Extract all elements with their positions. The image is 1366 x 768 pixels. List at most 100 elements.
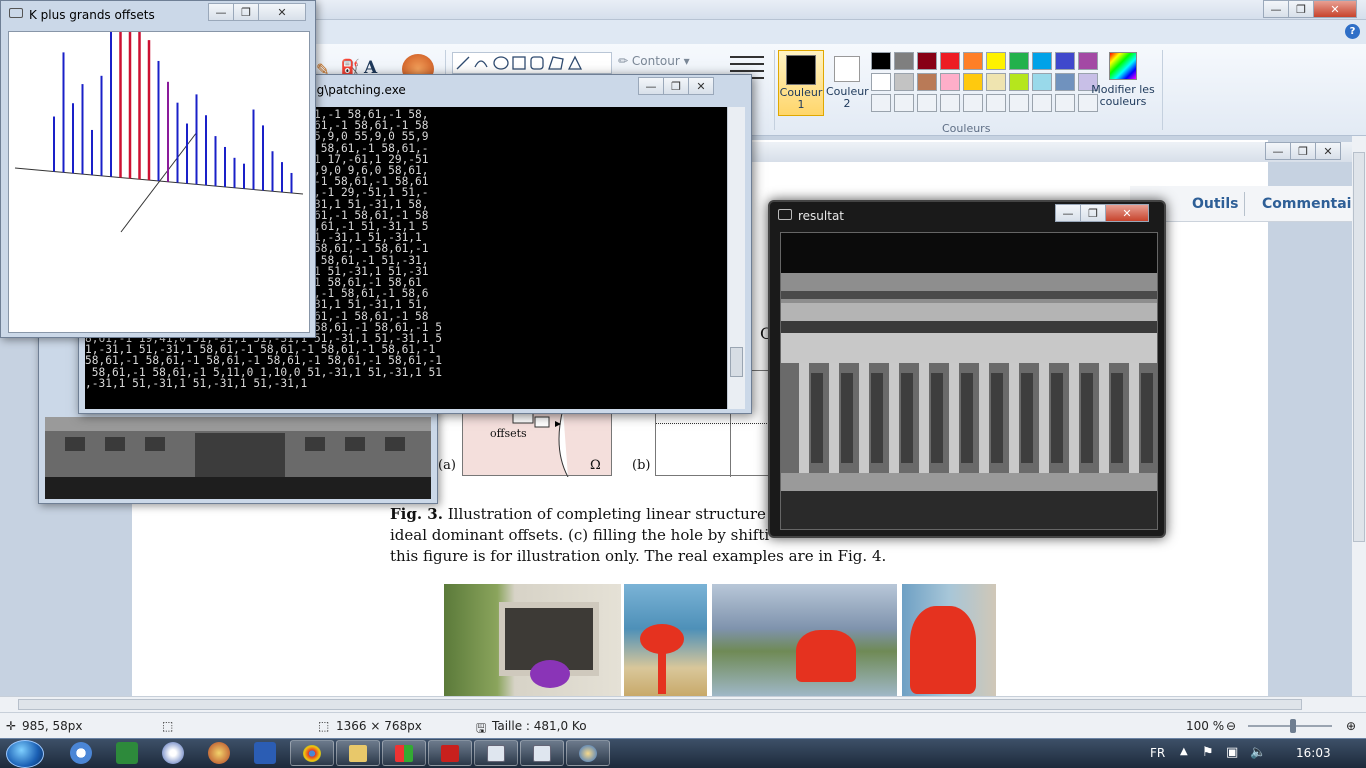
horizontal-scroll-thumb[interactable] xyxy=(18,699,1302,710)
vertical-scrollbar[interactable] xyxy=(1352,136,1366,696)
console-maximize-button[interactable]: ❐ xyxy=(663,77,689,95)
console-scroll-thumb[interactable] xyxy=(730,347,743,377)
offsets-minimize-button[interactable]: — xyxy=(208,3,234,21)
palette-swatch[interactable] xyxy=(986,73,1006,91)
palette-swatch[interactable] xyxy=(963,73,983,91)
close-button[interactable]: ✕ xyxy=(1313,0,1357,18)
background-image xyxy=(45,417,431,499)
cursor-position: 985, 58px xyxy=(22,719,83,733)
palette-swatch[interactable] xyxy=(986,52,1006,70)
flag-icon[interactable]: ⚑ xyxy=(1202,745,1214,760)
language-indicator[interactable]: FR xyxy=(1150,746,1165,760)
resultat-close-button[interactable]: ✕ xyxy=(1105,204,1149,222)
app-icon-orange[interactable] xyxy=(208,742,230,764)
facade-thumbnail xyxy=(45,417,431,499)
taskbar-explorer[interactable] xyxy=(336,740,380,766)
word-icon[interactable] xyxy=(254,742,276,764)
horizontal-scrollbar[interactable] xyxy=(0,696,1366,712)
palette-swatch[interactable] xyxy=(894,73,914,91)
taskbar-paint[interactable] xyxy=(566,740,610,766)
shapes-gallery[interactable] xyxy=(452,52,612,74)
palette-empty-swatch[interactable] xyxy=(1055,94,1075,112)
edit-colors-button[interactable]: Modifier les couleurs xyxy=(1090,52,1156,108)
vertical-scroll-thumb[interactable] xyxy=(1353,152,1365,542)
disk-icon: 🖫 xyxy=(476,721,487,735)
resultat-maximize-button[interactable]: ❐ xyxy=(1080,204,1106,222)
palette-swatch[interactable] xyxy=(1055,73,1075,91)
facade-column xyxy=(1069,363,1079,473)
palette-empty-swatch[interactable] xyxy=(871,94,891,112)
help-icon[interactable]: ? xyxy=(1345,24,1360,39)
palette-empty-swatch[interactable] xyxy=(1032,94,1052,112)
resultat-window: resultat — ❐ ✕ xyxy=(768,200,1166,538)
taskbar-app[interactable] xyxy=(382,740,426,766)
app-icon-globe[interactable] xyxy=(162,742,184,764)
offsets-window: K plus grands offsets — ❐ ✕ xyxy=(0,0,316,338)
resultat-minimize-button[interactable]: — xyxy=(1055,204,1081,222)
photo-child-mask xyxy=(910,606,976,694)
window-app-icon xyxy=(778,209,792,220)
palette-empty-swatch[interactable] xyxy=(1009,94,1029,112)
edit-colors-label-2: couleurs xyxy=(1099,95,1147,108)
palette-swatch[interactable] xyxy=(1055,52,1075,70)
palette-swatch[interactable] xyxy=(894,52,914,70)
ie-icon[interactable] xyxy=(70,742,92,764)
color2-number: 2 xyxy=(843,97,851,110)
palette-empty-swatch[interactable] xyxy=(917,94,937,112)
image-size-icon: ⬚ xyxy=(318,719,330,733)
taskbar-chrome[interactable] xyxy=(290,740,334,766)
zoom-out-button[interactable]: ⊖ xyxy=(1226,719,1236,733)
contour-label: Contour xyxy=(631,54,680,68)
taskbar-acrobat[interactable] xyxy=(428,740,472,766)
palette-swatch[interactable] xyxy=(1009,52,1029,70)
minimize-button[interactable]: — xyxy=(1263,0,1289,18)
zoom-in-button[interactable]: ⊕ xyxy=(1346,719,1356,733)
pdf-window-controls: — ❐ ✕ xyxy=(1265,142,1341,160)
tools-menu[interactable]: Outils xyxy=(1192,196,1239,212)
palette-empty-swatch[interactable] xyxy=(986,94,1006,112)
app-icon-green[interactable] xyxy=(116,742,138,764)
palette-empty-swatch[interactable] xyxy=(963,94,983,112)
zoom-slider-thumb[interactable] xyxy=(1290,719,1296,733)
palette-swatch[interactable] xyxy=(917,73,937,91)
palette-empty-swatch[interactable] xyxy=(940,94,960,112)
pdf-close-button[interactable]: ✕ xyxy=(1315,142,1341,160)
paint-icon xyxy=(579,745,597,762)
palette-swatch[interactable] xyxy=(940,73,960,91)
tray-expand-icon[interactable]: ▲ xyxy=(1180,746,1188,757)
file-size: Taille : 481,0 Ko xyxy=(492,719,587,733)
console-scrollbar[interactable] xyxy=(727,107,745,409)
volume-icon[interactable]: 🔈 xyxy=(1250,745,1266,760)
facade-recess xyxy=(901,373,913,463)
pdf-maximize-button[interactable]: ❐ xyxy=(1290,142,1316,160)
color1-button[interactable]: Couleur 1 xyxy=(778,50,824,116)
console-minimize-button[interactable]: — xyxy=(638,77,664,95)
palette-swatch[interactable] xyxy=(1032,52,1052,70)
comment-menu[interactable]: Commentair xyxy=(1262,196,1358,212)
facade-recess xyxy=(871,373,883,463)
palette-swatch[interactable] xyxy=(871,73,891,91)
palette-swatch[interactable] xyxy=(917,52,937,70)
device-icon[interactable]: ▣ xyxy=(1226,745,1238,760)
palette-swatch[interactable] xyxy=(1032,73,1052,91)
maximize-button[interactable]: ❐ xyxy=(1288,0,1314,18)
pdf-minimize-button[interactable]: — xyxy=(1265,142,1291,160)
start-button[interactable] xyxy=(6,740,44,768)
facade-column xyxy=(1009,363,1019,473)
color2-button[interactable]: Couleur 2 xyxy=(826,50,869,116)
console-close-button[interactable]: ✕ xyxy=(688,77,714,95)
palette-empty-swatch[interactable] xyxy=(894,94,914,112)
offsets-maximize-button[interactable]: ❐ xyxy=(233,3,259,21)
clock[interactable]: 16:03 xyxy=(1296,746,1331,760)
zoom-level: 100 % xyxy=(1186,719,1225,733)
offsets-close-button[interactable]: ✕ xyxy=(258,3,306,21)
taskbar-window-1[interactable] xyxy=(474,740,518,766)
contour-dropdown[interactable]: ✏ Contour ▾ xyxy=(618,54,690,68)
taskbar-window-2[interactable] xyxy=(520,740,564,766)
palette-swatch[interactable] xyxy=(940,52,960,70)
palette-swatch[interactable] xyxy=(871,52,891,70)
palette-swatch[interactable] xyxy=(1009,73,1029,91)
window-icon xyxy=(487,745,505,762)
photo-purple-mask xyxy=(530,660,570,688)
palette-swatch[interactable] xyxy=(963,52,983,70)
